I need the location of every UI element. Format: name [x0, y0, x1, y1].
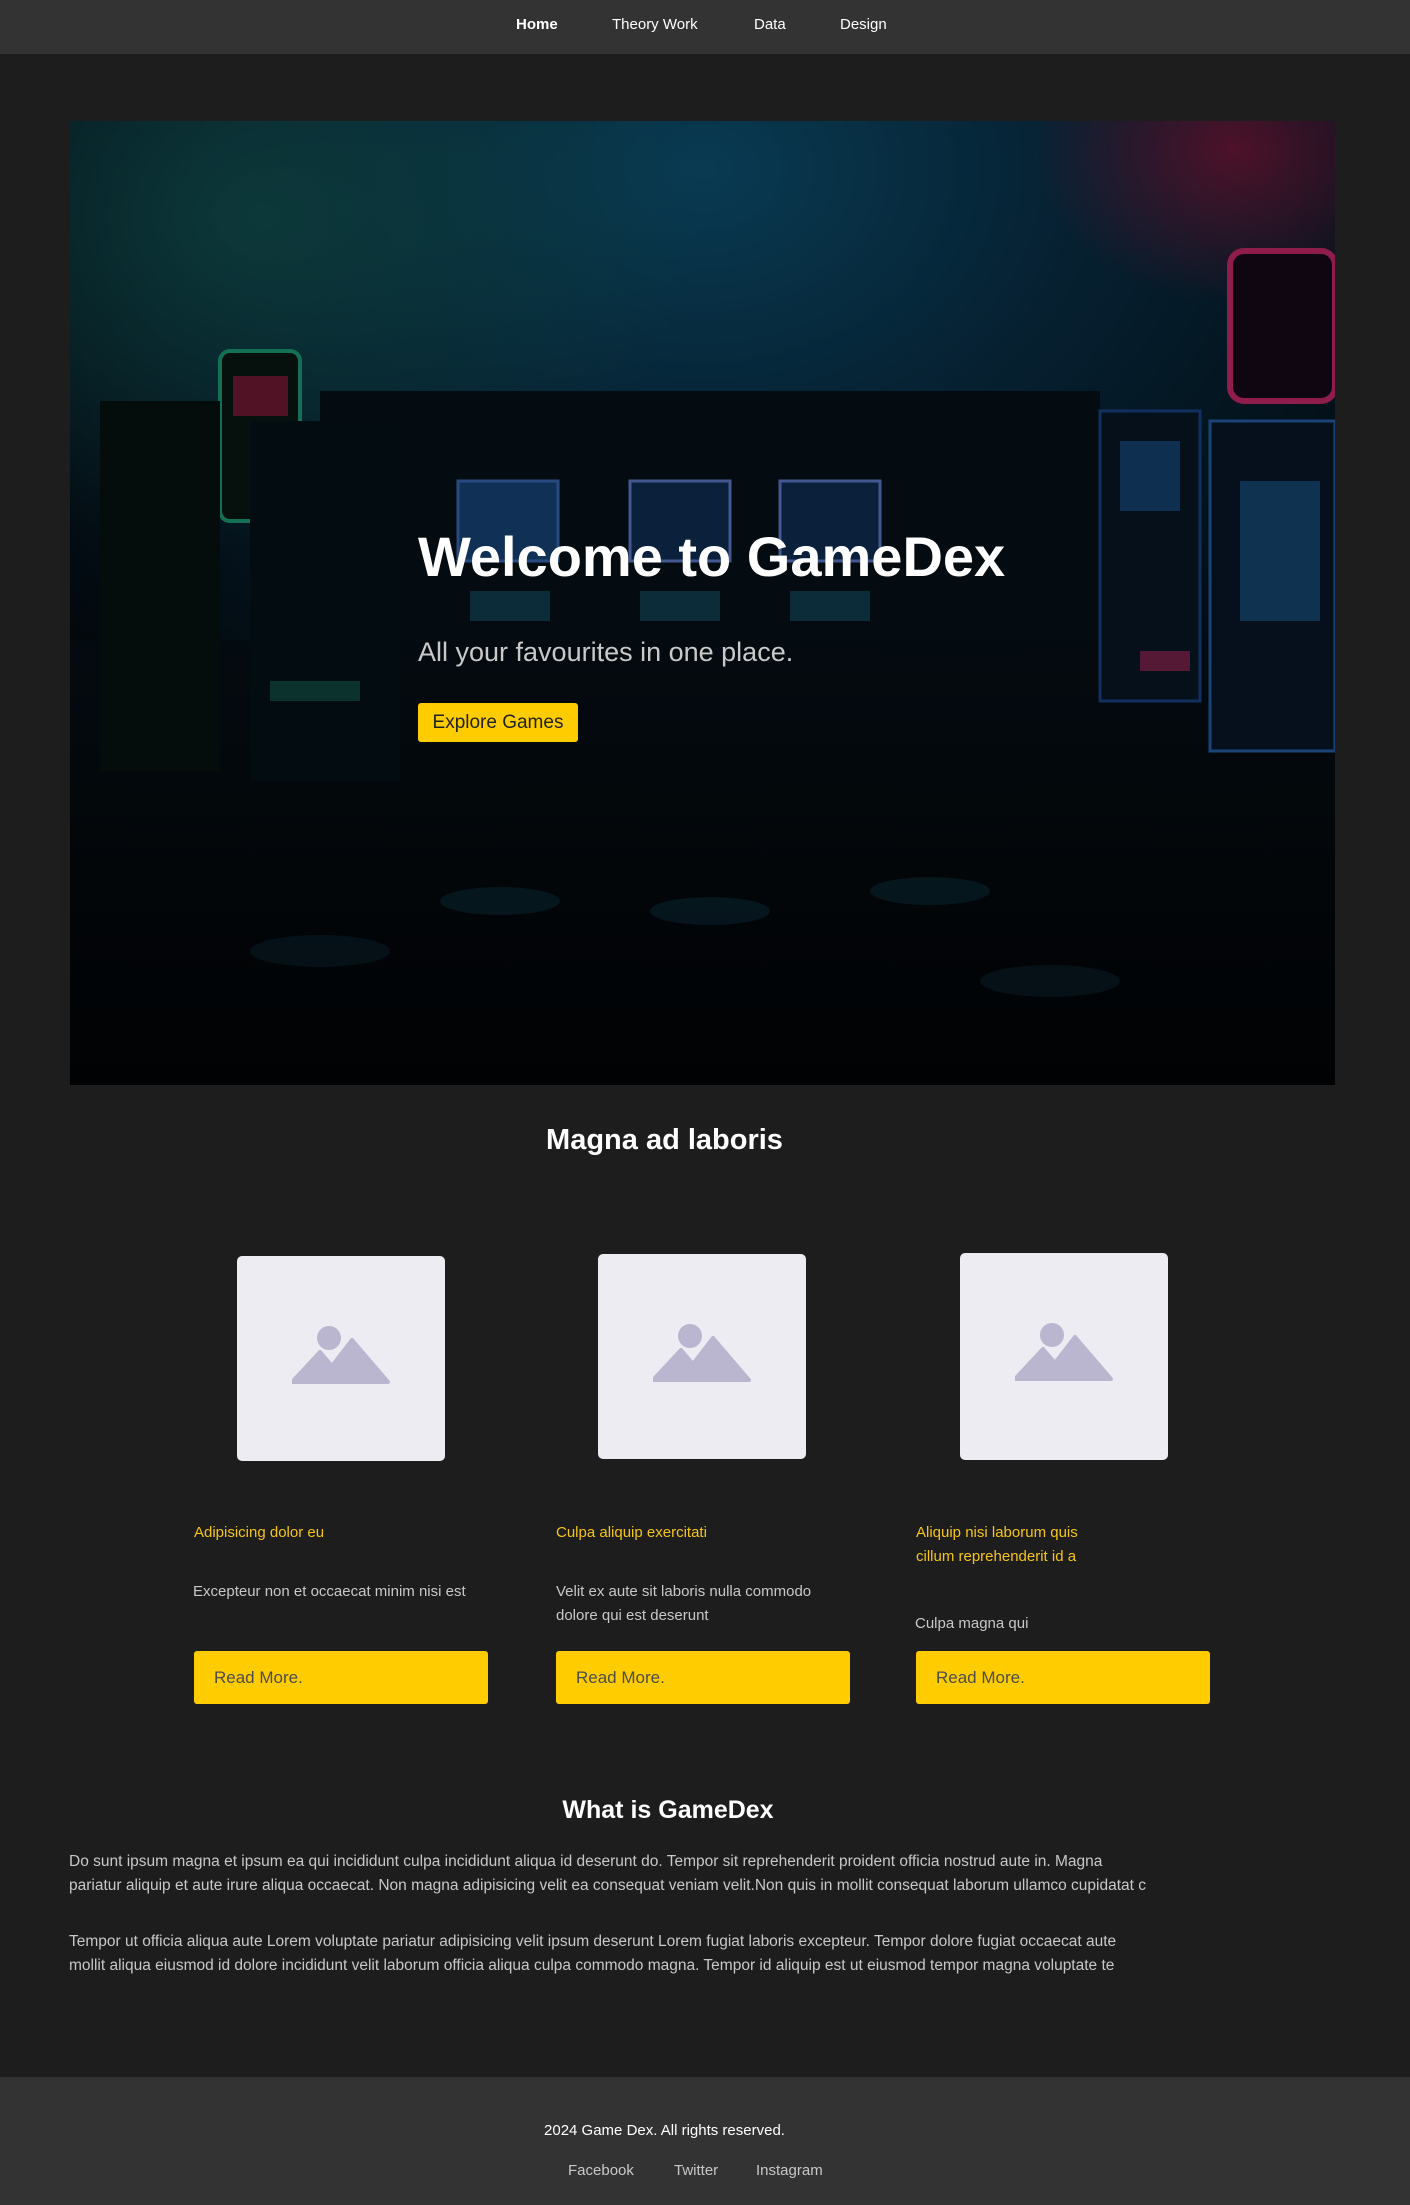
- about-section-title: What is GameDex: [562, 1796, 774, 1824]
- site-footer: 2024 Game Dex. All rights reserved. Face…: [0, 2077, 1410, 2205]
- about-paragraph: Do sunt ipsum magna et ipsum ea qui inci…: [69, 1850, 1199, 1898]
- hero-subtitle: All your favourites in one place.: [418, 637, 794, 667]
- about-paragraph-line: pariatur aliquip et aute irure aliqua oc…: [69, 1877, 1146, 1894]
- footer-copyright: 2024 Game Dex. All rights reserved.: [544, 2122, 785, 2139]
- explore-games-button[interactable]: Explore Games: [418, 703, 578, 742]
- about-paragraph: Tempor ut officia aliqua aute Lorem volu…: [69, 1930, 1199, 1978]
- card-text: Velit ex aute sit laboris nulla commodo …: [556, 1583, 812, 1624]
- read-more-button[interactable]: Read More.: [916, 1651, 1210, 1704]
- card-image-placeholder: [598, 1254, 806, 1459]
- footer-link-twitter[interactable]: Twitter: [674, 2161, 718, 2181]
- image-placeholder-icon: [653, 1324, 751, 1382]
- card-image-placeholder: [960, 1253, 1168, 1460]
- hero-banner: Welcome to GameDex All your favourites i…: [70, 121, 1335, 1085]
- image-placeholder-icon: [1015, 1323, 1113, 1381]
- about-paragraph-line: Do sunt ipsum magna et ipsum ea qui inci…: [69, 1853, 1103, 1870]
- arcade-background-image: [70, 121, 1335, 1085]
- card-title: Adipisicing dolor eu: [194, 1524, 325, 1541]
- card-text: Culpa magna qui: [915, 1615, 1029, 1632]
- footer-link-facebook[interactable]: Facebook: [568, 2161, 634, 2181]
- about-paragraph-line: mollit aliqua eiusmod id dolore incididu…: [69, 1957, 1115, 1974]
- footer-link-instagram[interactable]: Instagram: [756, 2161, 823, 2181]
- image-placeholder-icon: [292, 1326, 390, 1384]
- nav-link-data[interactable]: Data: [754, 16, 786, 34]
- nav-link-design[interactable]: Design: [840, 16, 887, 34]
- top-nav: Home Theory Work Data Design: [0, 0, 1410, 54]
- card-title: Culpa aliquip exercitati: [556, 1524, 707, 1541]
- hero-title: Welcome to GameDex: [418, 525, 1006, 588]
- nav-link-theory-work[interactable]: Theory Work: [612, 16, 698, 34]
- about-paragraph-line: Tempor ut officia aliqua aute Lorem volu…: [69, 1933, 1117, 1950]
- nav-link-home[interactable]: Home: [516, 16, 558, 34]
- card-image-placeholder: [237, 1256, 445, 1461]
- card-title: Aliquip nisi laborum quis cillum reprehe…: [916, 1524, 1078, 1565]
- read-more-button[interactable]: Read More.: [194, 1651, 488, 1704]
- card-text: Excepteur non et occaecat minim nisi est: [193, 1583, 466, 1600]
- read-more-button[interactable]: Read More.: [556, 1651, 850, 1704]
- featured-section-title: Magna ad laboris: [546, 1124, 783, 1156]
